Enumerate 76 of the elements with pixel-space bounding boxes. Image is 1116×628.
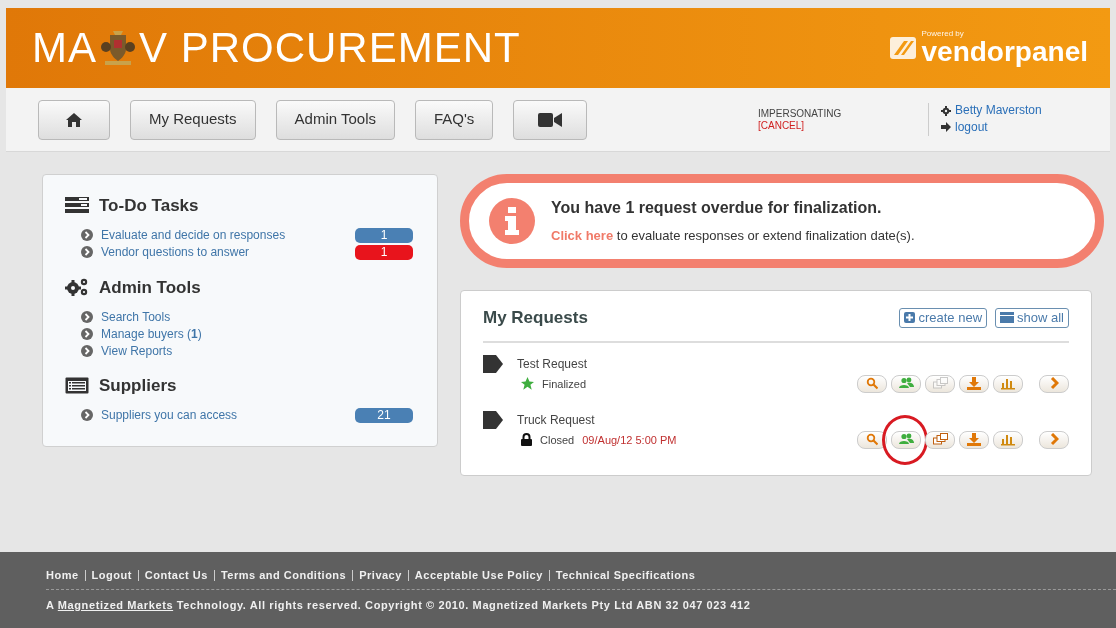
sidebar-link[interactable]: Evaluate and decide on responses (101, 226, 286, 244)
request-status: Finalized (542, 376, 587, 392)
chevron-circle-icon (81, 327, 93, 340)
show-all-button[interactable]: show all (995, 307, 1069, 328)
chevron-circle-icon (81, 246, 93, 258)
next-button[interactable] (1039, 374, 1069, 393)
chevron-circle-icon (81, 229, 93, 241)
footer-link[interactable]: Home (46, 570, 85, 581)
nav-button[interactable]: Admin Tools (275, 99, 395, 140)
action-button[interactable] (959, 430, 989, 449)
list-icon (65, 196, 89, 215)
card-title: My Requests (483, 307, 588, 329)
alert-title: You have 1 request overdue for finalization. (551, 198, 883, 219)
chevron-circle-icon (81, 310, 93, 323)
video-button[interactable] (513, 99, 588, 140)
plus-icon (904, 312, 916, 324)
section-title: To-Do Tasks (99, 195, 199, 217)
brand-logo-icon (889, 37, 916, 59)
request-name: Truck Request (517, 411, 596, 429)
request-status: Closed (540, 432, 575, 448)
next-button[interactable] (1039, 430, 1069, 449)
action-button[interactable] (993, 374, 1023, 393)
document-list-icon (65, 376, 89, 395)
action-button[interactable] (857, 374, 887, 393)
count-badge: 21 (355, 407, 413, 423)
create-new-button[interactable]: create new (899, 307, 988, 328)
impersonating-label: IMPERSONATING (758, 107, 843, 120)
footer-link[interactable]: Contact Us (137, 570, 214, 581)
sidebar-link[interactable]: View Reports (101, 341, 173, 360)
home-button[interactable] (38, 99, 110, 140)
action-button[interactable] (959, 374, 989, 393)
click-here-link[interactable]: Click here (551, 228, 614, 244)
nav-button[interactable]: My Requests (130, 99, 256, 140)
count-badge: 1 (355, 244, 413, 260)
sidebar-link[interactable]: Search Tools (101, 307, 171, 326)
brand-name: vendorpanel (921, 38, 1088, 66)
section-title: Suppliers (99, 375, 177, 397)
cancel-link[interactable]: [CANCEL] (758, 119, 928, 132)
footer-link[interactable]: Privacy (352, 570, 408, 581)
sidebar-link[interactable]: Manage buyers (1) (101, 324, 202, 343)
action-button[interactable] (857, 430, 887, 449)
action-button[interactable] (925, 430, 955, 449)
copyright-text: A Magnetized Markets Technology. All rights reserved. Copyright © 2010. Magnetized Markets Pty Ltd ABN 32 047 023 412 (46, 598, 752, 613)
action-button[interactable] (891, 430, 921, 449)
logout-link[interactable]: logout (941, 119, 988, 135)
info-icon (489, 198, 535, 244)
footer-link[interactable]: Logout (84, 570, 138, 581)
alert-text: Click here to evaluate responses or extend finalization date(s). (551, 227, 915, 246)
action-button[interactable] (891, 374, 921, 393)
video-camera-icon (538, 111, 563, 128)
powered-by-text: Powered by (921, 30, 965, 38)
logo-text: MA (32, 27, 97, 69)
sidebar-link[interactable]: Suppliers you can access (101, 406, 238, 424)
sidebar-link[interactable]: Vendor questions to answer (101, 243, 250, 261)
request-name: Test Request (517, 355, 588, 373)
folder-icon (1000, 312, 1015, 324)
sign-out-icon (941, 122, 951, 132)
company-link[interactable]: Magnetized Markets (57, 599, 174, 611)
tag-icon (483, 410, 503, 429)
closing-date: 09/Aug/12 5:00 PM (582, 432, 677, 448)
footer-link[interactable]: Terms and Conditions (213, 570, 353, 581)
count-badge: 1 (355, 227, 413, 243)
logo-text: V PROCUREMENT (139, 27, 521, 69)
home-icon (65, 111, 83, 128)
lock-icon (521, 433, 532, 447)
chevron-circle-icon (81, 409, 93, 421)
star-icon (521, 377, 534, 391)
tag-icon (483, 354, 503, 373)
crest-icon (101, 29, 135, 67)
section-title: Admin Tools (99, 276, 201, 299)
user-link[interactable]: Betty Maverston (941, 103, 1042, 118)
footer-link[interactable]: Technical Specifications (548, 570, 702, 581)
footer-link[interactable]: Acceptable Use Policy (407, 570, 549, 581)
nav-button[interactable]: FAQ's (415, 99, 494, 140)
chevron-circle-icon (81, 344, 93, 357)
action-button[interactable] (993, 430, 1023, 449)
